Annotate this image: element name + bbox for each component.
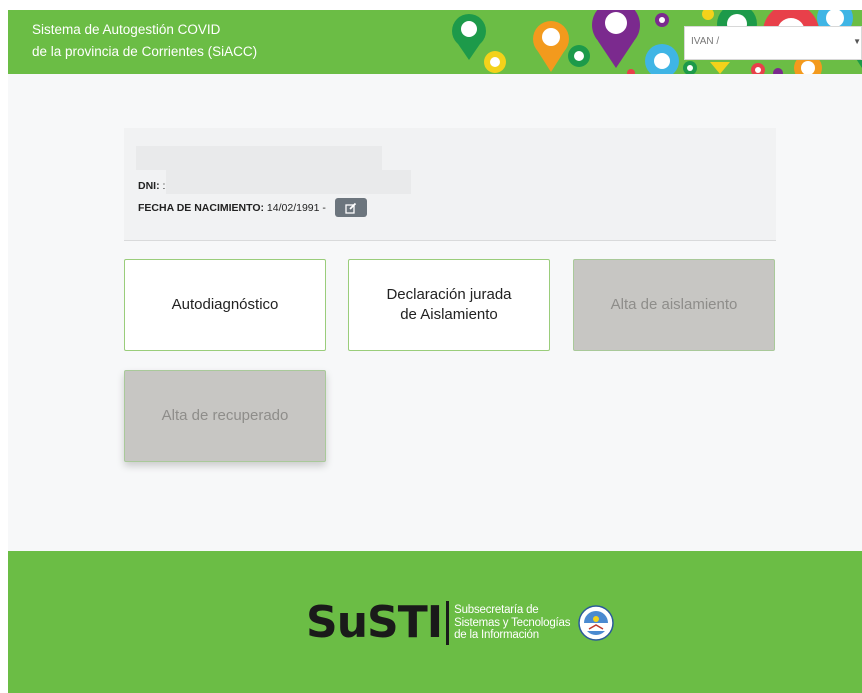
dni-label: DNI: <box>138 180 160 192</box>
map-pin-icon <box>655 13 669 27</box>
logo-text: SuSTI <box>306 597 443 648</box>
redacted-name <box>136 146 382 170</box>
alta-aislamiento-card[interactable]: Alta de aislamiento <box>573 259 775 351</box>
map-pin-icon <box>484 51 506 73</box>
page: Sistema de Autogestión COVID de la provi… <box>8 10 862 693</box>
logo-divider <box>446 601 450 645</box>
map-pin-icon <box>568 45 590 67</box>
declaracion-line2: de Aislamiento <box>400 306 498 323</box>
map-pin-icon <box>645 44 679 74</box>
edit-icon <box>345 202 357 214</box>
app-title-line1: Sistema de Autogestión COVID <box>32 22 221 37</box>
profile-panel: DNI: : FECHA DE NACIMIENTO: 14/02/1991 - <box>124 128 776 241</box>
app-title: Sistema de Autogestión COVID de la provi… <box>32 19 257 63</box>
app-title-line2: de la provincia de Corrientes (SiACC) <box>32 44 258 59</box>
dni-row: DNI: : <box>138 180 165 192</box>
logo-subtitle-line3: de la Información <box>454 629 539 642</box>
logo-subtitle-line2: Sistemas y Tecnologías <box>454 616 571 629</box>
map-pin-icon <box>592 10 640 68</box>
logo-subtitle: Subsecretaría de Sistemas y Tecnologías … <box>454 604 570 642</box>
dni-value: : <box>162 180 166 192</box>
map-pin-icon <box>533 21 569 72</box>
declaracion-line1: Declaración jurada <box>386 286 512 303</box>
birth-date-row: FECHA DE NACIMIENTO: 14/02/1991 - <box>138 202 326 214</box>
map-pin-icon <box>452 14 486 60</box>
user-name: IVAN / <box>691 36 720 47</box>
autodiagnostico-card[interactable]: Autodiagnóstico <box>124 259 326 351</box>
logo-subtitle-line1: Subsecretaría de <box>454 604 539 617</box>
edit-birth-date-button[interactable] <box>335 198 367 217</box>
autodiagnostico-label: Autodiagnóstico <box>171 296 279 313</box>
province-seal-icon <box>578 605 615 641</box>
chevron-down-icon: ▼ <box>853 37 861 46</box>
declaracion-jurada-card[interactable]: Declaración jurada de Aislamiento <box>348 259 550 351</box>
user-menu-select[interactable]: IVAN / ▼ <box>684 26 862 60</box>
alta-aislamiento-label: Alta de aislamiento <box>610 296 738 313</box>
redacted-dni <box>166 170 411 194</box>
birth-date-label: FECHA DE NACIMIENTO: <box>138 202 264 214</box>
declaracion-jurada-label: Declaración jurada de Aislamiento <box>386 285 511 325</box>
birth-date-value: 14/02/1991 - <box>266 202 326 214</box>
alta-recuperado-card[interactable]: Alta de recuperado <box>124 370 326 462</box>
footer: SuSTI Subsecretaría de Sistemas y Tecnol… <box>8 551 862 693</box>
header: Sistema de Autogestión COVID de la provi… <box>8 10 862 74</box>
alta-recuperado-label: Alta de recuperado <box>161 407 289 424</box>
susti-logo: SuSTI Subsecretaría de Sistemas y Tecnol… <box>306 597 615 648</box>
